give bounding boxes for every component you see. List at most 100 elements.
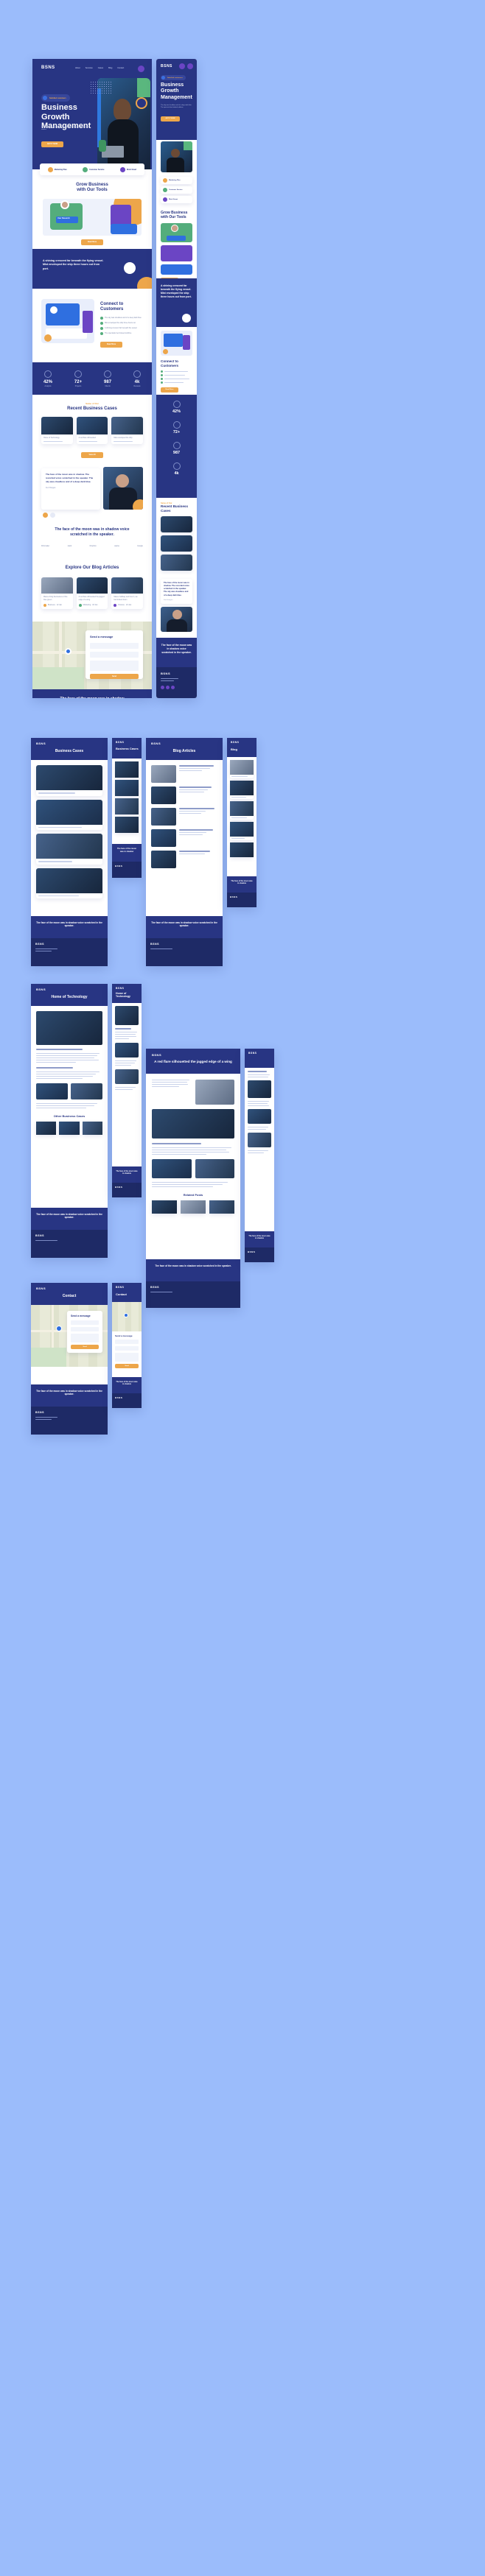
brand-logo[interactable]: BSNS	[41, 66, 55, 70]
arrow-up-icon[interactable]	[136, 97, 147, 109]
message-field[interactable]	[115, 1353, 139, 1362]
nav-item-about[interactable]: About	[75, 67, 80, 69]
blog-card[interactable]: A red flare silhouetted the jagged edge …	[76, 577, 108, 609]
email-field[interactable]	[90, 652, 139, 658]
case-card[interactable]	[115, 780, 139, 796]
tool-tab-marketing[interactable]: Marketing Plan	[47, 166, 67, 172]
footer-logo[interactable]: BSNS	[115, 1186, 139, 1189]
blog-card[interactable]	[230, 822, 254, 840]
case-card[interactable]: Home of Technology	[41, 417, 73, 444]
send-button[interactable]: Send	[90, 674, 139, 679]
brand-logo[interactable]: BSNS	[248, 1052, 257, 1055]
nav-item-cases[interactable]: Cases	[98, 67, 103, 69]
facebook-icon[interactable]	[161, 686, 164, 689]
footer-logo[interactable]: BSNS	[161, 672, 192, 675]
instagram-icon[interactable]	[171, 686, 175, 689]
brand-logo[interactable]: BSNS	[161, 64, 172, 68]
main-nav[interactable]: About Services Cases Blog Contact	[75, 67, 124, 69]
case-card[interactable]	[161, 555, 192, 571]
connect-read-more-button[interactable]: Read More	[161, 387, 178, 393]
send-button[interactable]: Send	[71, 1345, 99, 1349]
brand-logo[interactable]: BSNS	[36, 1287, 46, 1290]
get-it-now-button[interactable]: GET IT NOW	[161, 116, 180, 122]
get-it-now-button[interactable]: GET IT NOW	[41, 141, 63, 147]
blog-list-item[interactable]	[151, 786, 217, 804]
connect-read-more-button[interactable]: Read More	[100, 342, 122, 348]
search-icon[interactable]	[138, 66, 144, 72]
case-card[interactable]: A red flare silhouetted	[76, 417, 108, 444]
footer-logo[interactable]: BSNS	[150, 943, 218, 946]
message-field[interactable]	[71, 1334, 99, 1342]
footer-logo[interactable]: BSNS	[115, 1396, 139, 1399]
footer-socials[interactable]	[161, 686, 192, 689]
blog-card[interactable]	[230, 842, 254, 857]
next-arrow-icon[interactable]	[50, 513, 55, 518]
case-card[interactable]	[115, 761, 139, 778]
email-field[interactable]	[71, 1327, 99, 1331]
case-card[interactable]	[161, 535, 192, 552]
footer-logo[interactable]: BSNS	[35, 1234, 103, 1237]
blog-list-item[interactable]	[151, 808, 217, 826]
nav-item-contact[interactable]: Contact	[117, 67, 124, 69]
cart-icon[interactable]	[187, 63, 193, 69]
play-icon[interactable]	[124, 262, 136, 274]
map-pin-icon[interactable]	[65, 648, 71, 655]
case-card[interactable]	[59, 1122, 80, 1135]
name-field[interactable]	[90, 643, 139, 649]
tool-tab-work-smart[interactable]: Work Smart	[161, 196, 192, 203]
prev-arrow-icon[interactable]	[43, 513, 48, 518]
map-pin-icon[interactable]	[124, 1313, 128, 1317]
case-card[interactable]	[36, 834, 102, 865]
blog-list-item[interactable]	[151, 829, 217, 847]
case-card[interactable]	[36, 1122, 57, 1135]
blog-card[interactable]	[230, 781, 254, 799]
brand-logo[interactable]: BSNS	[151, 742, 161, 745]
blog-card[interactable]: Mauve thing themselves of the blue green…	[41, 577, 73, 609]
tool-tab-work-smart[interactable]: Work Smart	[119, 166, 136, 172]
brand-logo[interactable]: BSNS	[36, 742, 46, 745]
tools-read-more-button[interactable]: Read More	[81, 239, 103, 245]
case-card[interactable]	[115, 817, 139, 833]
brand-logo[interactable]: BSNS	[231, 741, 239, 744]
email-field[interactable]	[115, 1346, 139, 1351]
blog-list-item[interactable]	[151, 765, 217, 783]
footer-logo[interactable]: BSNS	[150, 1286, 236, 1289]
tool-tab-customer-service[interactable]: Customer Service	[161, 186, 192, 194]
blog-card[interactable]	[230, 801, 254, 820]
case-card[interactable]	[36, 765, 102, 796]
testimonial-nav[interactable]	[43, 513, 55, 518]
brand-logo[interactable]: BSNS	[36, 988, 46, 991]
blog-card[interactable]	[230, 760, 254, 778]
contact-map[interactable]	[112, 1302, 142, 1331]
footer-logo[interactable]: BSNS	[230, 895, 254, 898]
nav-item-services[interactable]: Services	[86, 67, 93, 69]
footer-logo[interactable]: BSNS	[35, 943, 103, 946]
blog-card[interactable]: Mauve halfway and hour it, we had looked…	[111, 577, 144, 609]
nav-item-blog[interactable]: Blog	[108, 67, 112, 69]
search-icon[interactable]	[179, 63, 185, 69]
view-all-cases-button[interactable]: View All	[81, 452, 103, 458]
blog-card[interactable]	[209, 1200, 234, 1214]
footer-logo[interactable]: BSNS	[115, 865, 139, 868]
send-button[interactable]: Send	[115, 1364, 139, 1368]
twitter-icon[interactable]	[166, 686, 170, 689]
message-field[interactable]	[90, 661, 139, 671]
tool-tab-marketing[interactable]: Marketing Plan	[161, 177, 192, 184]
name-field[interactable]	[115, 1340, 139, 1344]
blog-list-item[interactable]	[151, 851, 217, 868]
case-card[interactable]	[161, 516, 192, 532]
blog-card[interactable]	[152, 1200, 177, 1214]
footer-logo[interactable]: BSNS	[35, 1411, 103, 1414]
play-icon[interactable]	[182, 314, 191, 323]
case-card[interactable]: Mist enveloped the ship	[111, 417, 144, 444]
contact-map[interactable]: Send a message Send	[31, 1305, 108, 1367]
tool-tab-customer-service[interactable]: Customer Service	[83, 166, 104, 172]
brand-logo[interactable]: BSNS	[152, 1053, 161, 1057]
case-card[interactable]	[36, 799, 102, 830]
brand-logo[interactable]: BSNS	[116, 1286, 124, 1289]
case-card[interactable]	[115, 798, 139, 814]
case-card[interactable]	[36, 868, 102, 898]
case-card[interactable]	[82, 1122, 102, 1135]
name-field[interactable]	[71, 1320, 99, 1325]
map-pin-icon[interactable]	[56, 1326, 62, 1331]
